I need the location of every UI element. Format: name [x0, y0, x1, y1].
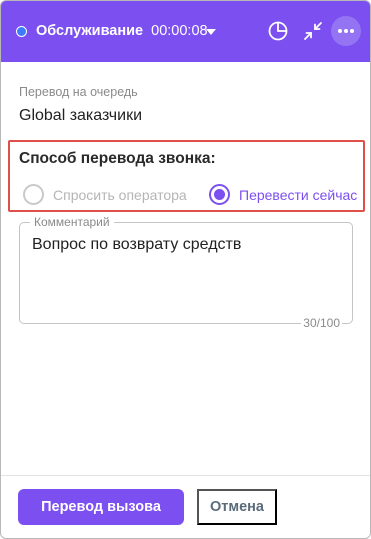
more-options-button[interactable] — [331, 16, 361, 46]
radio-checked-icon[interactable] — [209, 184, 230, 205]
transfer-call-button[interactable]: Перевод вызова — [18, 489, 184, 525]
comment-textarea[interactable]: Комментарий Вопрос по возврату средств 3… — [19, 215, 353, 330]
footer-divider — [1, 475, 370, 476]
comment-value[interactable]: Вопрос по возврату средств — [32, 236, 241, 254]
status-dot-icon — [16, 26, 27, 37]
chevron-down-icon[interactable] — [206, 29, 216, 35]
radio-transfer-now[interactable]: Перевести сейчас — [209, 184, 357, 205]
radio-ask-operator-label: Спросить оператора — [53, 186, 187, 203]
status-selector[interactable]: Обслуживание 00:00:08 — [36, 23, 208, 39]
char-counter: 30/100 — [301, 316, 342, 330]
comment-legend: Комментарий — [30, 215, 114, 229]
cancel-button[interactable]: Отмена — [197, 489, 277, 525]
radio-unchecked-icon[interactable] — [23, 184, 44, 205]
panel-header: Обслуживание 00:00:08 — [1, 1, 370, 62]
queue-label: Перевод на очередь — [19, 85, 138, 99]
pie-chart-icon[interactable] — [265, 18, 291, 44]
call-timer: 00:00:08 — [151, 23, 208, 39]
queue-value: Global заказчики — [19, 107, 143, 124]
more-horizontal-icon — [338, 29, 354, 33]
transfer-method-title: Способ перевода звонка: — [19, 150, 216, 167]
radio-ask-operator[interactable]: Спросить оператора — [23, 184, 187, 205]
collapse-arrows-icon[interactable] — [300, 18, 326, 44]
status-label: Обслуживание — [36, 23, 144, 39]
transfer-call-panel: Обслуживание 00:00:08 Перевод на очередь — [0, 0, 371, 539]
radio-transfer-now-label: Перевести сейчас — [239, 186, 358, 203]
